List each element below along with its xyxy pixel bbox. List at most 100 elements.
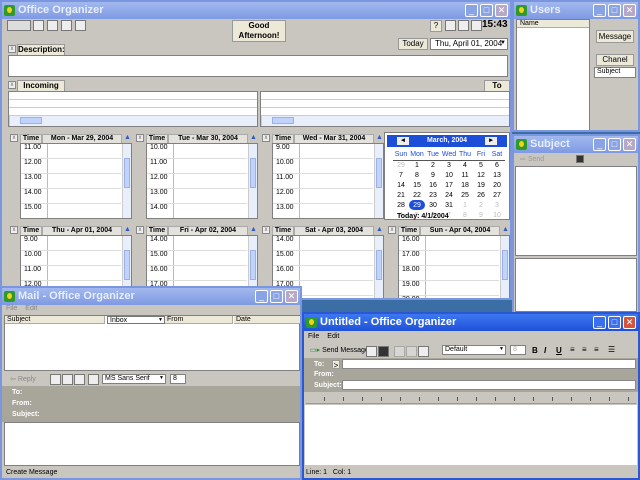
calendar-day[interactable]: 24 bbox=[441, 190, 457, 200]
time-slot[interactable]: 10.00 bbox=[21, 251, 121, 266]
day-close[interactable]: x bbox=[388, 226, 396, 234]
save-icon[interactable] bbox=[62, 374, 73, 385]
menu-file[interactable]: File bbox=[308, 333, 319, 340]
print-icon[interactable] bbox=[33, 20, 44, 31]
col-date[interactable]: Date bbox=[234, 316, 300, 324]
users-list[interactable]: Name bbox=[516, 19, 590, 130]
day-panel[interactable]: x Time Wed - Mar 31, 2004 ▲ 9.00 10.00 11.… bbox=[262, 132, 384, 220]
scrollbar[interactable] bbox=[9, 116, 257, 126]
list-icon[interactable] bbox=[471, 20, 482, 31]
menu-edit[interactable]: Edit bbox=[25, 305, 37, 312]
calendar-day[interactable]: 8 bbox=[457, 210, 473, 220]
align-left-icon[interactable]: ≡ bbox=[570, 345, 575, 354]
today-text[interactable]: Today: 4/1/2004 bbox=[397, 213, 449, 220]
time-slot[interactable]: 19.00 bbox=[399, 281, 499, 296]
font-dropdown[interactable]: MS Sans Serif ▼ bbox=[102, 374, 166, 384]
message-button[interactable]: Message bbox=[596, 30, 634, 43]
subject-input[interactable] bbox=[342, 380, 636, 390]
minimize-button[interactable]: _ bbox=[465, 4, 478, 17]
calendar-day[interactable]: 10 bbox=[489, 210, 505, 220]
day-close[interactable]: x bbox=[136, 226, 144, 234]
prev-month-button[interactable]: ◂ bbox=[397, 137, 409, 145]
day-close[interactable]: x bbox=[262, 226, 270, 234]
time-slot[interactable]: 14.00 bbox=[21, 189, 121, 204]
day-panel[interactable]: x Time Tue - Mar 30, 2004 ▲ 10.00 11.00 12… bbox=[136, 132, 258, 220]
align-center-icon[interactable]: ≡ bbox=[582, 345, 587, 354]
scrollbar[interactable] bbox=[248, 144, 257, 218]
maximize-button[interactable]: □ bbox=[270, 290, 283, 303]
col-from[interactable]: From bbox=[165, 316, 233, 324]
time-slot[interactable]: 10.00 bbox=[147, 144, 247, 159]
folder-dropdown[interactable]: Inbox ▼ bbox=[107, 316, 165, 324]
mail-list[interactable]: Subject Inbox ▼ From Date bbox=[4, 315, 300, 371]
time-slot[interactable]: 14.00 bbox=[273, 236, 373, 251]
minimize-button[interactable]: _ bbox=[593, 4, 606, 17]
italic-button[interactable]: I bbox=[544, 346, 546, 355]
stop-icon[interactable] bbox=[576, 155, 584, 163]
reply-button[interactable]: ⇦ Reply bbox=[10, 375, 36, 383]
minimize-button[interactable]: _ bbox=[593, 138, 606, 151]
underline-button[interactable]: U bbox=[556, 346, 562, 355]
time-slot[interactable]: 16.00 bbox=[399, 236, 499, 251]
calendar-day[interactable]: 2 bbox=[425, 160, 441, 170]
day-panel[interactable]: x Time Mon - Mar 29, 2004 ▲ 11.00 12.00 13… bbox=[10, 132, 132, 220]
close-button[interactable]: ✕ bbox=[623, 4, 636, 17]
calendar-day[interactable]: 20 bbox=[489, 180, 505, 190]
time-slot[interactable]: 13.00 bbox=[273, 204, 373, 218]
day-close[interactable]: x bbox=[10, 134, 18, 142]
maximize-button[interactable]: □ bbox=[608, 316, 621, 329]
time-slot[interactable]: 17.00 bbox=[399, 251, 499, 266]
mail-icon[interactable] bbox=[61, 20, 72, 31]
calendar-day[interactable]: 5 bbox=[473, 160, 489, 170]
compose-title-bar[interactable]: Untitled - Office Organizer bbox=[304, 314, 638, 331]
time-slot[interactable]: 14.00 bbox=[147, 236, 247, 251]
maximize-button[interactable]: □ bbox=[480, 4, 493, 17]
calendar-day[interactable]: 1 bbox=[457, 200, 473, 210]
calendar-day[interactable]: 3 bbox=[441, 160, 457, 170]
calendar-day[interactable]: 12 bbox=[473, 170, 489, 180]
ruler[interactable] bbox=[306, 394, 636, 404]
scroll-up-icon[interactable]: ▲ bbox=[250, 226, 257, 233]
font-size-stepper[interactable]: 8 bbox=[170, 374, 186, 384]
maximize-button[interactable]: □ bbox=[608, 138, 621, 151]
send-button[interactable]: ⇨ Send bbox=[520, 155, 544, 163]
scroll-up-icon[interactable]: ▲ bbox=[376, 226, 383, 233]
person-icon[interactable] bbox=[75, 20, 86, 31]
cut-icon[interactable] bbox=[394, 346, 405, 357]
copy-icon[interactable] bbox=[406, 346, 417, 357]
bold-button[interactable]: B bbox=[532, 346, 538, 355]
main-title-bar[interactable]: Office Organizer bbox=[2, 2, 510, 19]
scroll-up-icon[interactable]: ▲ bbox=[250, 134, 257, 141]
day-panel[interactable]: x Time Sun - Apr 04, 2004 ▲ 16.00 17.00 18… bbox=[388, 224, 510, 298]
time-slot[interactable]: 13.00 bbox=[21, 174, 121, 189]
chanel-button[interactable]: Chanel bbox=[596, 54, 634, 66]
calendar-day[interactable]: 28 bbox=[393, 200, 409, 210]
calendar-day[interactable]: 23 bbox=[425, 190, 441, 200]
calendar-day[interactable]: 30 bbox=[425, 200, 441, 210]
message-body[interactable] bbox=[305, 405, 637, 465]
calendar-day[interactable]: 18 bbox=[457, 180, 473, 190]
grid-icon[interactable] bbox=[458, 20, 469, 31]
menu-edit[interactable]: Edit bbox=[327, 333, 339, 340]
calendar-day[interactable]: 31 bbox=[441, 200, 457, 210]
calendar-day[interactable]: 14 bbox=[393, 180, 409, 190]
time-slot[interactable]: 15.00 bbox=[21, 204, 121, 218]
menu-file[interactable]: File bbox=[6, 305, 17, 312]
time-slot[interactable]: 16.00 bbox=[273, 266, 373, 281]
paste-icon[interactable] bbox=[418, 346, 429, 357]
align-right-icon[interactable]: ≡ bbox=[594, 345, 599, 354]
description-input[interactable] bbox=[8, 55, 508, 77]
calendar-day[interactable]: 9 bbox=[425, 170, 441, 180]
minimize-button[interactable]: _ bbox=[593, 316, 606, 329]
time-slot[interactable]: 11.00 bbox=[273, 174, 373, 189]
bullets-icon[interactable]: ☰ bbox=[608, 345, 615, 354]
date-dropdown[interactable]: Thu, April 01, 2004 ▼ bbox=[430, 38, 508, 50]
time-slot[interactable]: 15.00 bbox=[147, 251, 247, 266]
subject-input-area[interactable] bbox=[515, 258, 637, 312]
maximize-button[interactable]: □ bbox=[608, 4, 621, 17]
open-icon[interactable] bbox=[366, 346, 377, 357]
to-input[interactable] bbox=[342, 359, 636, 369]
col-subject[interactable]: Subject bbox=[5, 316, 105, 324]
calendar-day[interactable]: 6 bbox=[489, 160, 505, 170]
calendar-day[interactable]: 13 bbox=[489, 170, 505, 180]
